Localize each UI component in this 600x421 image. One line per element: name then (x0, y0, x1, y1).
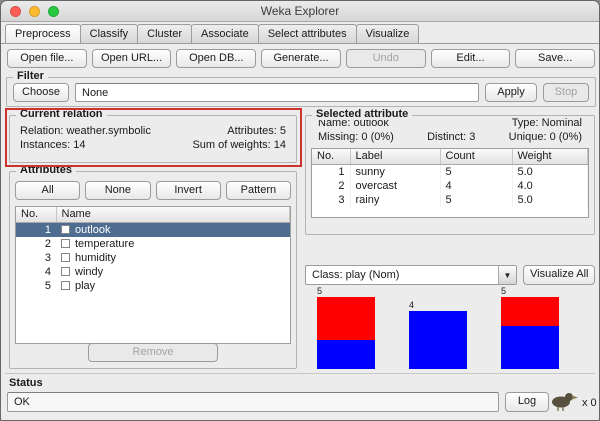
tab-select-attributes[interactable]: Select attributes (257, 24, 357, 44)
undo-button[interactable]: Undo (345, 49, 426, 68)
stats-header-count: Count (440, 149, 513, 165)
bar-count-label: 4 (409, 300, 415, 310)
attributes-header-no: No. (16, 207, 57, 223)
attribute-checkbox[interactable] (61, 238, 70, 248)
tab-visualize[interactable]: Visualize (355, 24, 420, 44)
class-selector-combo[interactable]: Class: play (Nom) ▼ (305, 265, 517, 285)
sum-of-weights-label: Sum of weights: 14 (192, 139, 286, 151)
log-button[interactable]: Log (505, 392, 549, 412)
window-title: Weka Explorer (260, 4, 340, 18)
class-selector-row: Class: play (Nom) ▼ Visualize All (305, 265, 595, 285)
pattern-button[interactable]: Pattern (225, 181, 291, 200)
bar-count-label: 5 (317, 286, 323, 296)
current-relation-title: Current relation (16, 108, 107, 120)
class-histogram: 5 4 5 (305, 287, 595, 369)
open-url-button[interactable]: Open URL... (91, 49, 172, 68)
stats-row: 2 overcast 4 4.0 (312, 178, 588, 193)
zoom-button[interactable] (48, 6, 59, 17)
status-title: Status (9, 377, 43, 389)
visualize-all-button[interactable]: Visualize All (523, 265, 595, 285)
attribute-unique-label: Unique: 0 (0%) (508, 131, 582, 143)
attribute-row-temperature[interactable]: 2 temperature (16, 237, 290, 251)
select-none-button[interactable]: None (85, 181, 151, 200)
filter-config-value: None (82, 86, 109, 99)
attributes-table: No. Name 1 outlook 2 temperature 3 humid… (15, 206, 291, 344)
attributes-header-name: Name (56, 207, 290, 223)
bar-segment-play=no (501, 297, 559, 326)
attributes-count-label: Attributes: 5 (227, 125, 286, 137)
histogram-bar-sunny: 5 (317, 287, 375, 369)
attribute-missing-label: Missing: 0 (0%) (318, 131, 394, 143)
tab-classify[interactable]: Classify (79, 24, 139, 44)
status-field: OK (7, 392, 499, 412)
bar-segment-play=no (317, 297, 375, 341)
title-bar: Weka Explorer (1, 1, 599, 22)
stop-filter-button[interactable]: Stop (543, 83, 589, 102)
tab-associate[interactable]: Associate (191, 24, 259, 44)
selected-attribute-title: Selected attribute (312, 108, 413, 120)
minimize-button[interactable] (29, 6, 40, 17)
select-all-button[interactable]: All (15, 181, 81, 200)
bar-segment-play=yes (409, 311, 467, 369)
instances-count-label: Instances: 14 (20, 139, 86, 151)
close-button[interactable] (10, 6, 21, 17)
attributes-panel: Attributes All None Invert Pattern No. N… (9, 164, 297, 369)
chevron-down-icon[interactable]: ▼ (498, 266, 516, 284)
attribute-checkbox[interactable] (61, 252, 70, 262)
stats-header-label: Label (350, 149, 441, 165)
class-selector-value: Class: play (Nom) (312, 269, 400, 281)
attribute-checkbox[interactable] (61, 280, 70, 290)
stats-header-row: No. Label Count Weight (312, 149, 588, 165)
attribute-row-windy[interactable]: 4 windy (16, 265, 290, 279)
relation-name-label: Relation: weather.symbolic (20, 125, 151, 137)
attribute-type-label: Type: Nominal (511, 117, 582, 129)
invert-selection-button[interactable]: Invert (155, 181, 221, 200)
filter-panel: Filter Choose None Apply Stop (6, 70, 596, 107)
attribute-checkbox[interactable] (61, 266, 70, 276)
attribute-distinct-label: Distinct: 3 (427, 131, 476, 143)
attribute-stats-table: No. Label Count Weight 1 sunny 5 5.0 2 o… (311, 148, 589, 218)
current-relation-panel: Current relation Relation: weather.symbo… (9, 108, 297, 163)
attribute-row-outlook[interactable]: 1 outlook (16, 222, 290, 237)
weka-explorer-window: Weka Explorer Preprocess Classify Cluste… (0, 0, 600, 421)
weka-bird-icon (549, 389, 579, 414)
tab-bar: Preprocess Classify Cluster Associate Se… (5, 24, 420, 44)
stats-row: 1 sunny 5 5.0 (312, 164, 588, 179)
histogram-bar-rainy: 5 (501, 287, 559, 369)
bar-segment-play=yes (317, 340, 375, 369)
save-button[interactable]: Save... (515, 49, 596, 68)
remove-attribute-button[interactable]: Remove (88, 343, 218, 362)
stats-header-weight: Weight (512, 149, 588, 165)
toolbar: Open file... Open URL... Open DB... Gene… (7, 49, 596, 68)
bar-segment-play=yes (501, 325, 559, 369)
stats-header-no: No. (312, 149, 351, 165)
edit-button[interactable]: Edit... (430, 49, 511, 68)
attribute-row-humidity[interactable]: 3 humidity (16, 251, 290, 265)
weka-run-counter: x 0 (582, 397, 597, 409)
filter-config-field[interactable]: None (75, 83, 479, 102)
filter-panel-title: Filter (13, 70, 48, 82)
apply-filter-button[interactable]: Apply (485, 83, 537, 102)
generate-button[interactable]: Generate... (261, 49, 341, 68)
stats-row: 3 rainy 5 5.0 (312, 192, 588, 207)
attribute-checkbox[interactable] (61, 224, 70, 234)
window-controls (10, 6, 59, 17)
selected-attribute-panel: Selected attribute Name: outlook Type: N… (305, 108, 595, 235)
attributes-header-row: No. Name (16, 207, 290, 223)
histogram-bar-overcast: 4 (409, 301, 467, 369)
status-message: OK (14, 396, 30, 408)
open-db-button[interactable]: Open DB... (176, 49, 257, 68)
attributes-panel-title: Attributes (16, 164, 76, 176)
choose-filter-button[interactable]: Choose (13, 83, 69, 102)
tab-preprocess[interactable]: Preprocess (5, 24, 81, 44)
attribute-row-play[interactable]: 5 play (16, 279, 290, 293)
tab-cluster[interactable]: Cluster (137, 24, 192, 44)
bar-count-label: 5 (501, 286, 507, 296)
open-file-button[interactable]: Open file... (7, 49, 87, 68)
status-divider (5, 373, 595, 374)
